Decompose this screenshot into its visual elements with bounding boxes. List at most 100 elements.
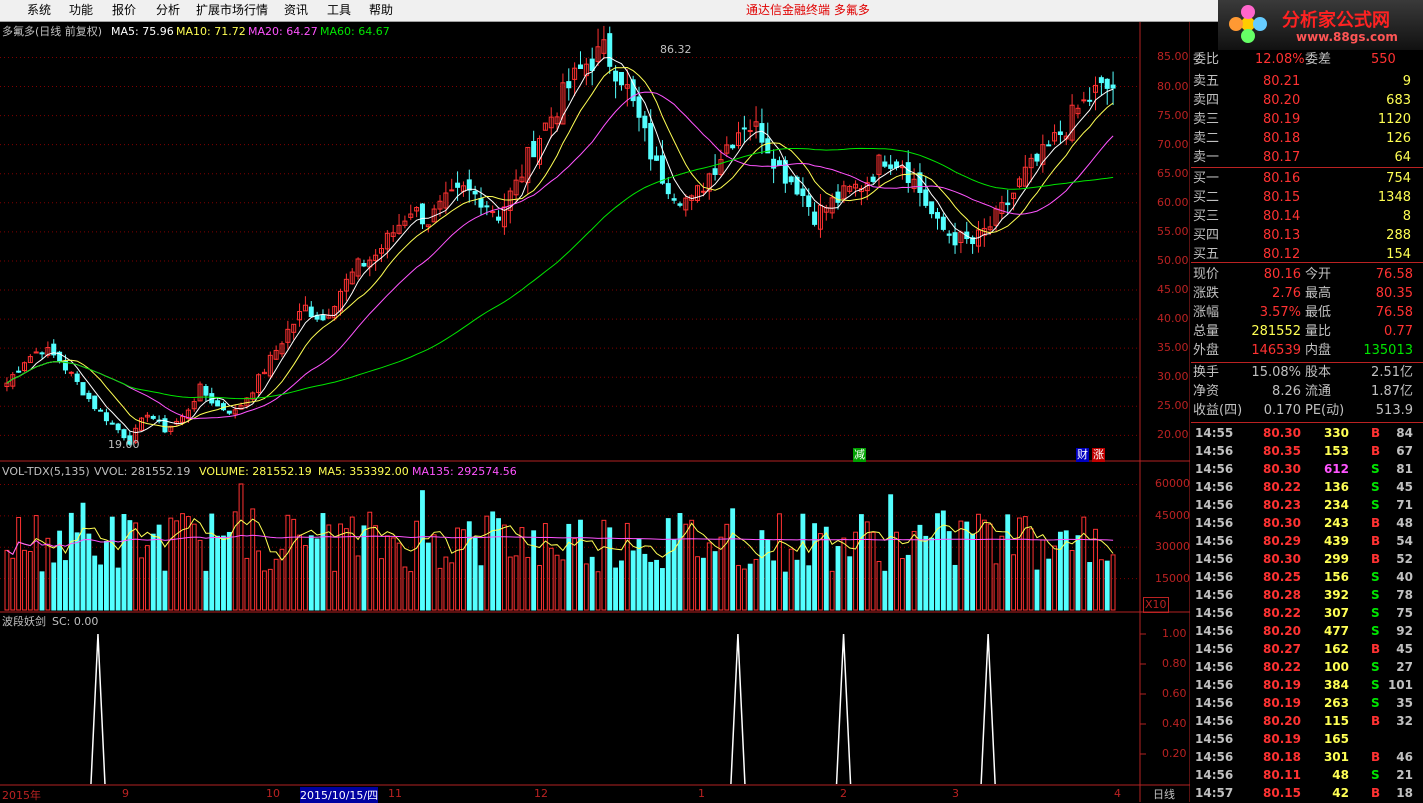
tick-count: 92 [1396,624,1413,638]
menu-extended-market[interactable]: 扩展市场行情 [196,0,268,21]
tick-volume: 392 [1323,588,1349,602]
volume-bar [168,517,174,611]
stat-value: 3.57% [1259,305,1301,320]
menu-analysis[interactable]: 分析 [156,0,180,21]
candle-body [68,371,74,374]
tick-price: 80.27 [1263,642,1301,656]
candle-body [92,395,98,410]
menu-help[interactable]: 帮助 [369,0,393,21]
volume-bar [16,516,22,611]
cursor-date-label[interactable]: 2015/10/15/四 [300,787,379,803]
tick-row: 14:56 80.19 384 S 101 [1191,676,1423,694]
ask-volume: 9 [1402,74,1411,89]
candle-body [496,216,502,221]
volume-bar [537,565,542,611]
volume-bar [759,530,765,611]
ask-volume: 1120 [1377,112,1411,127]
ma20-line [6,91,1114,420]
volume-bar [531,530,537,611]
tick-row: 14:55 80.30 330 B 84 [1191,424,1423,442]
ask-row: 卖一 80.17 64 [1191,148,1415,167]
volume-bar [583,563,589,611]
period-label[interactable]: 日线 [1153,788,1175,802]
tick-time: 14:56 [1195,570,1234,584]
tick-row: 14:57 80.15 42 B 18 [1191,784,1423,802]
volume-bar [496,518,501,611]
stat-value: 2.51亿 [1371,365,1413,380]
stat-value: 281552 [1251,324,1301,339]
tick-row: 14:56 80.25 156 S 40 [1191,568,1423,586]
candle-body [1046,144,1052,147]
volume-bar [525,556,531,611]
volume-bar [554,554,560,611]
candle-body [74,373,80,382]
candle-body [929,201,935,215]
menu-info[interactable]: 资讯 [284,0,308,21]
tick-count: 27 [1396,660,1413,674]
price-tick: 30.00 [1157,370,1189,384]
volume-bar [33,515,39,611]
candle-body [1087,99,1093,102]
stat-label: 最低 [1305,305,1332,320]
price-tick: 20.00 [1157,428,1189,442]
volume-bar [507,556,513,611]
candle-body [490,211,496,214]
stat-label: 现价 [1193,267,1220,282]
volume-bar [74,532,80,611]
ask-price: 80.18 [1263,131,1301,146]
volume-bar [601,519,607,611]
menu-tools[interactable]: 工具 [327,0,351,21]
candle-body [747,129,753,132]
tick-volume: 156 [1323,570,1349,584]
volume-bar [677,513,683,611]
stat-label: PE(动) [1305,403,1345,418]
bid-volume: 1348 [1377,190,1411,205]
date-tick: 2 [840,787,847,800]
candle-body [882,161,888,167]
tick-count: 81 [1396,462,1413,476]
tick-direction: B [1371,444,1381,458]
vol-unit-badge: X10 [1143,597,1169,613]
tick-direction: S [1371,480,1380,494]
candle-body [98,409,104,412]
stat-value: 2.76 [1272,286,1301,301]
indicator-tick: 0.80 [1162,657,1187,670]
candle-body [121,429,127,439]
cai-badge[interactable]: 财 [1076,448,1089,462]
volume-bar [519,527,525,611]
wei-cha-value: 550 [1371,52,1396,67]
candle-body [320,314,326,321]
bid-price: 80.13 [1263,228,1301,243]
menu-quote[interactable]: 报价 [112,0,136,21]
date-tick: 9 [122,787,129,800]
tick-direction: B [1371,642,1381,656]
volume-bar [150,533,156,611]
date-tick: 12 [534,787,548,800]
volume-bar [414,520,420,611]
volume-bar [782,571,788,611]
candle-body [1110,84,1116,89]
menu-function[interactable]: 功能 [69,0,93,21]
tick-price: 80.20 [1263,714,1301,728]
zhang-badge[interactable]: 涨 [1092,448,1105,462]
volume-bar [870,531,876,611]
volume-bar [929,537,935,611]
tick-count: 78 [1396,588,1413,602]
menu-system[interactable]: 系统 [27,0,51,21]
jian-badge[interactable]: 减 [853,448,866,462]
stat-label: 涨幅 [1193,305,1220,320]
volume-bar [741,568,747,611]
volume-bar [332,570,338,611]
chart-area[interactable] [0,22,1190,802]
tick-count: 46 [1396,750,1413,764]
volume-bar [572,538,578,611]
tick-row: 14:56 80.19 165 [1191,730,1423,748]
tick-time: 14:56 [1195,516,1234,530]
volume-bar [812,523,818,611]
volume-bar [853,531,858,611]
volume-bar [1081,516,1087,611]
tick-volume: 42 [1332,786,1349,800]
volume-bar [466,521,472,611]
volume-bar [619,560,624,611]
volume-bar [431,534,437,611]
